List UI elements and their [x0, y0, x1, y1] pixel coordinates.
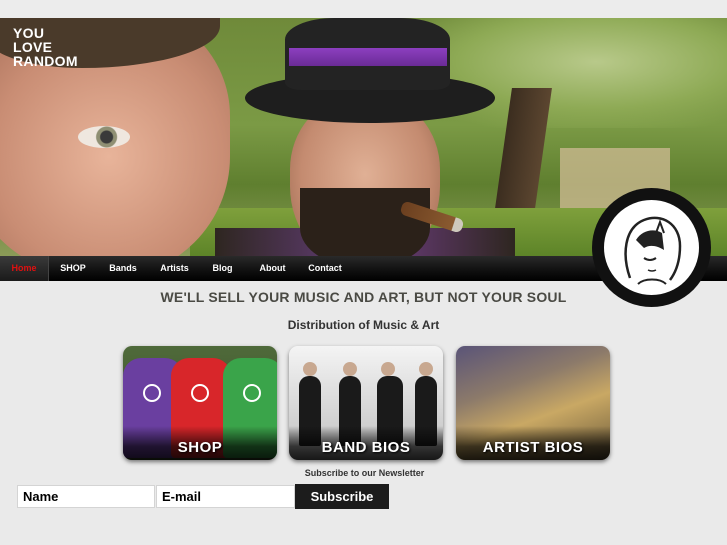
shirt-emblem-icon — [191, 384, 209, 402]
band-member-head — [303, 362, 317, 376]
shop-tile[interactable]: SHOP — [123, 346, 277, 460]
hero-hat — [245, 18, 495, 123]
artist-bios-tile[interactable]: ARTIST BIOS — [456, 346, 610, 460]
hero-eye — [78, 126, 130, 148]
nav-item-bands[interactable]: Bands — [97, 256, 149, 281]
logo-line-2: LOVE — [13, 39, 53, 55]
logo-line-1: YOU — [13, 25, 45, 41]
name-field[interactable] — [17, 485, 155, 508]
nav-item-artists[interactable]: Artists — [149, 256, 200, 281]
top-margin — [0, 0, 727, 18]
shirt-emblem-icon — [143, 384, 161, 402]
hat-band — [289, 48, 447, 66]
hero-beard — [300, 188, 430, 256]
nav-item-contact[interactable]: Contact — [300, 256, 350, 281]
site-logo[interactable]: YOU LOVE RANDOM — [13, 26, 78, 68]
band-member-head — [419, 362, 433, 376]
page-subheadline: Distribution of Music & Art — [287, 318, 440, 332]
band-member-head — [381, 362, 395, 376]
page-headline: WE'LL SELL YOUR MUSIC AND ART, BUT NOT Y… — [160, 289, 567, 305]
band-bios-tile[interactable]: BAND BIOS — [289, 346, 443, 460]
logo-line-3: RANDOM — [13, 53, 78, 69]
shop-tile-label: SHOP — [177, 439, 223, 456]
nav-item-home[interactable]: Home — [0, 256, 49, 281]
subscribe-button[interactable]: Subscribe — [295, 484, 389, 509]
nav-item-shop[interactable]: SHOP — [49, 256, 97, 281]
mascot-avatar-icon — [604, 200, 699, 295]
shirt-emblem-icon — [243, 384, 261, 402]
nav-item-about[interactable]: About — [245, 256, 300, 281]
newsletter-title: Subscribe to our Newsletter — [304, 468, 425, 478]
mascot-face-icon — [624, 216, 682, 285]
email-field[interactable] — [156, 485, 295, 508]
band-bios-tile-label: BAND BIOS — [321, 439, 411, 456]
nav-item-blog[interactable]: Blog — [200, 256, 245, 281]
artist-bios-tile-label: ARTIST BIOS — [482, 439, 584, 456]
band-member-head — [343, 362, 357, 376]
